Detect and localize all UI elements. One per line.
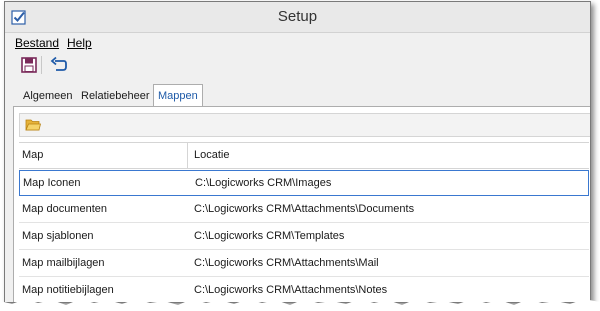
panel-toolbar: [19, 113, 590, 137]
tab-algemeen[interactable]: Algemeen: [19, 87, 77, 106]
table-row[interactable]: Map documenten C:\Logicworks CRM\Attachm…: [19, 196, 589, 223]
grid-header: Map Locatie: [19, 142, 589, 169]
menu-help-label: Help: [67, 36, 92, 50]
menu-bar: Bestand Help: [5, 33, 590, 53]
cell-map: Map mailbijlagen: [22, 257, 105, 269]
save-icon[interactable]: [19, 55, 39, 75]
table-row[interactable]: Map mailbijlagen C:\Logicworks CRM\Attac…: [19, 250, 589, 277]
main-toolbar: [5, 53, 590, 77]
column-header-map[interactable]: Map: [19, 143, 43, 168]
menu-bestand[interactable]: Bestand: [15, 36, 59, 50]
mappen-panel: Map Locatie Map Iconen C:\Logicworks CRM…: [13, 106, 590, 302]
window-title: Setup: [277, 8, 318, 25]
tab-mappen[interactable]: Mappen: [153, 84, 203, 107]
cell-map: Map documenten: [22, 203, 107, 215]
table-row[interactable]: Map sjablonen C:\Logicworks CRM\Template…: [19, 223, 589, 250]
title-bar[interactable]: Setup: [5, 2, 590, 33]
cell-locatie: C:\Logicworks CRM\Templates: [194, 230, 345, 242]
setup-window: Setup Bestand Help Algemeen Relatiebehee…: [4, 1, 591, 303]
table-row[interactable]: Map Iconen C:\Logicworks CRM\Images: [19, 170, 589, 196]
folders-grid: Map Locatie Map Iconen C:\Logicworks CRM…: [19, 142, 589, 302]
cell-map: Map sjablonen: [22, 230, 94, 242]
menu-help[interactable]: Help: [67, 36, 92, 50]
toolbar-separator: [41, 56, 42, 74]
cell-locatie: C:\Logicworks CRM\Attachments\Documents: [194, 203, 415, 215]
menu-bestand-label: Bestand: [15, 36, 60, 50]
folder-open-icon[interactable]: [25, 117, 41, 133]
cell-locatie: C:\Logicworks CRM\Images: [195, 177, 332, 189]
torn-edge: [0, 299, 600, 311]
column-header-locatie[interactable]: Locatie: [191, 143, 229, 168]
tab-relatiebeheer[interactable]: Relatiebeheer: [77, 87, 154, 106]
column-divider[interactable]: [187, 143, 188, 168]
cell-map: Map Iconen: [23, 177, 81, 189]
tab-strip: Algemeen Relatiebeheer Mappen: [5, 84, 590, 107]
cell-locatie: C:\Logicworks CRM\Attachments\Mail: [194, 257, 379, 269]
undo-icon[interactable]: [49, 55, 69, 75]
